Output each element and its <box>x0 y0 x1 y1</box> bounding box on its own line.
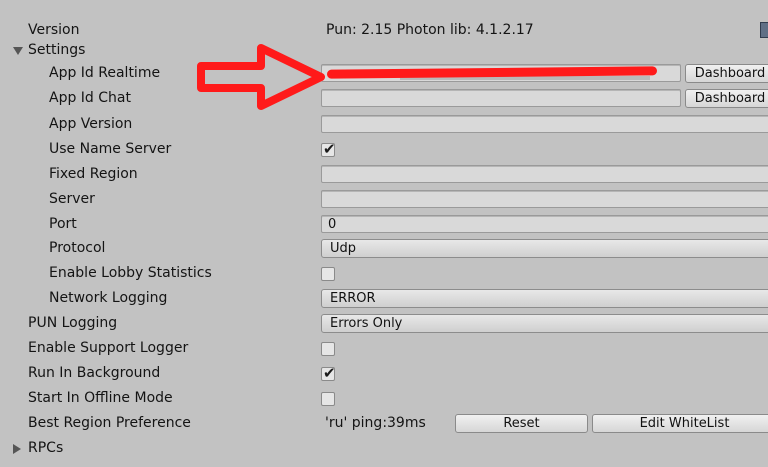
protocol-dropdown[interactable]: Udp <box>321 239 768 258</box>
pun-logging-label: PUN Logging <box>28 315 118 331</box>
server-field[interactable] <box>321 190 768 208</box>
enable-support-logger-checkbox[interactable] <box>321 342 335 356</box>
edit-whitelist-button[interactable]: Edit WhiteList <box>592 414 768 433</box>
port-label: Port <box>49 216 77 232</box>
run-in-background-checkbox[interactable]: ✔ <box>321 364 336 382</box>
best-region-preference-row: Best Region Preference 'ru' ping:39ms Re… <box>0 412 768 436</box>
foldout-open-icon[interactable] <box>13 47 23 55</box>
port-row: Port 0 <box>0 213 768 237</box>
start-in-offline-mode-label: Start In Offline Mode <box>28 390 173 406</box>
enable-support-logger-label: Enable Support Logger <box>28 340 189 356</box>
help-book-icon[interactable] <box>760 22 768 38</box>
app-version-label: App Version <box>49 116 133 132</box>
fixed-region-field[interactable] <box>321 165 768 183</box>
fixed-region-row: Fixed Region <box>0 163 768 187</box>
app-id-realtime-label: App Id Realtime <box>49 65 161 81</box>
app-version-row: App Version <box>0 113 768 137</box>
network-logging-label: Network Logging <box>49 290 168 306</box>
checkmark-icon: ✔ <box>323 140 336 158</box>
enable-support-logger-row: Enable Support Logger <box>0 337 768 361</box>
fixed-region-label: Fixed Region <box>49 166 138 182</box>
enable-lobby-statistics-checkbox[interactable] <box>321 267 335 281</box>
network-logging-row: Network Logging ERROR <box>0 287 768 311</box>
foldout-closed-icon[interactable] <box>13 444 21 454</box>
settings-foldout[interactable]: Settings <box>0 39 768 63</box>
network-logging-dropdown[interactable]: ERROR <box>321 289 768 308</box>
use-name-server-label: Use Name Server <box>49 141 172 157</box>
rpcs-label: RPCs <box>28 440 64 456</box>
red-arrow-annotation <box>197 44 325 110</box>
app-id-chat-field[interactable] <box>321 89 681 107</box>
app-id-realtime-dashboard-button[interactable]: Dashboard <box>685 64 768 83</box>
server-label: Server <box>49 191 95 207</box>
run-in-background-label: Run In Background <box>28 365 161 381</box>
use-name-server-checkbox[interactable]: ✔ <box>321 140 336 158</box>
checkmark-icon: ✔ <box>323 364 336 382</box>
use-name-server-row: Use Name Server ✔ <box>0 138 768 162</box>
version-value: Pun: 2.15 Photon lib: 4.1.2.17 <box>326 22 534 38</box>
app-version-field[interactable] <box>321 115 768 133</box>
pun-logging-row: PUN Logging Errors Only <box>0 312 768 336</box>
port-field[interactable]: 0 <box>321 215 768 233</box>
server-row: Server <box>0 188 768 212</box>
best-region-ping-value: 'ru' ping:39ms <box>325 415 426 431</box>
version-label: Version <box>28 22 80 38</box>
start-in-offline-mode-row: Start In Offline Mode <box>0 387 768 411</box>
enable-lobby-statistics-row: Enable Lobby Statistics <box>0 262 768 286</box>
enable-lobby-statistics-label: Enable Lobby Statistics <box>49 265 212 281</box>
settings-label: Settings <box>28 42 86 58</box>
rpcs-foldout[interactable]: RPCs <box>0 437 768 461</box>
app-id-chat-dashboard-button[interactable]: Dashboard <box>685 89 768 108</box>
best-region-preference-label: Best Region Preference <box>28 415 191 431</box>
run-in-background-row: Run In Background ✔ <box>0 362 768 386</box>
protocol-row: Protocol Udp <box>0 237 768 261</box>
app-id-chat-label: App Id Chat <box>49 90 131 106</box>
pun-logging-dropdown[interactable]: Errors Only <box>321 314 768 333</box>
protocol-label: Protocol <box>49 240 106 256</box>
reset-button[interactable]: Reset <box>455 414 588 433</box>
app-id-chat-row: App Id Chat Dashboard <box>0 87 768 111</box>
start-in-offline-mode-checkbox[interactable] <box>321 392 335 406</box>
